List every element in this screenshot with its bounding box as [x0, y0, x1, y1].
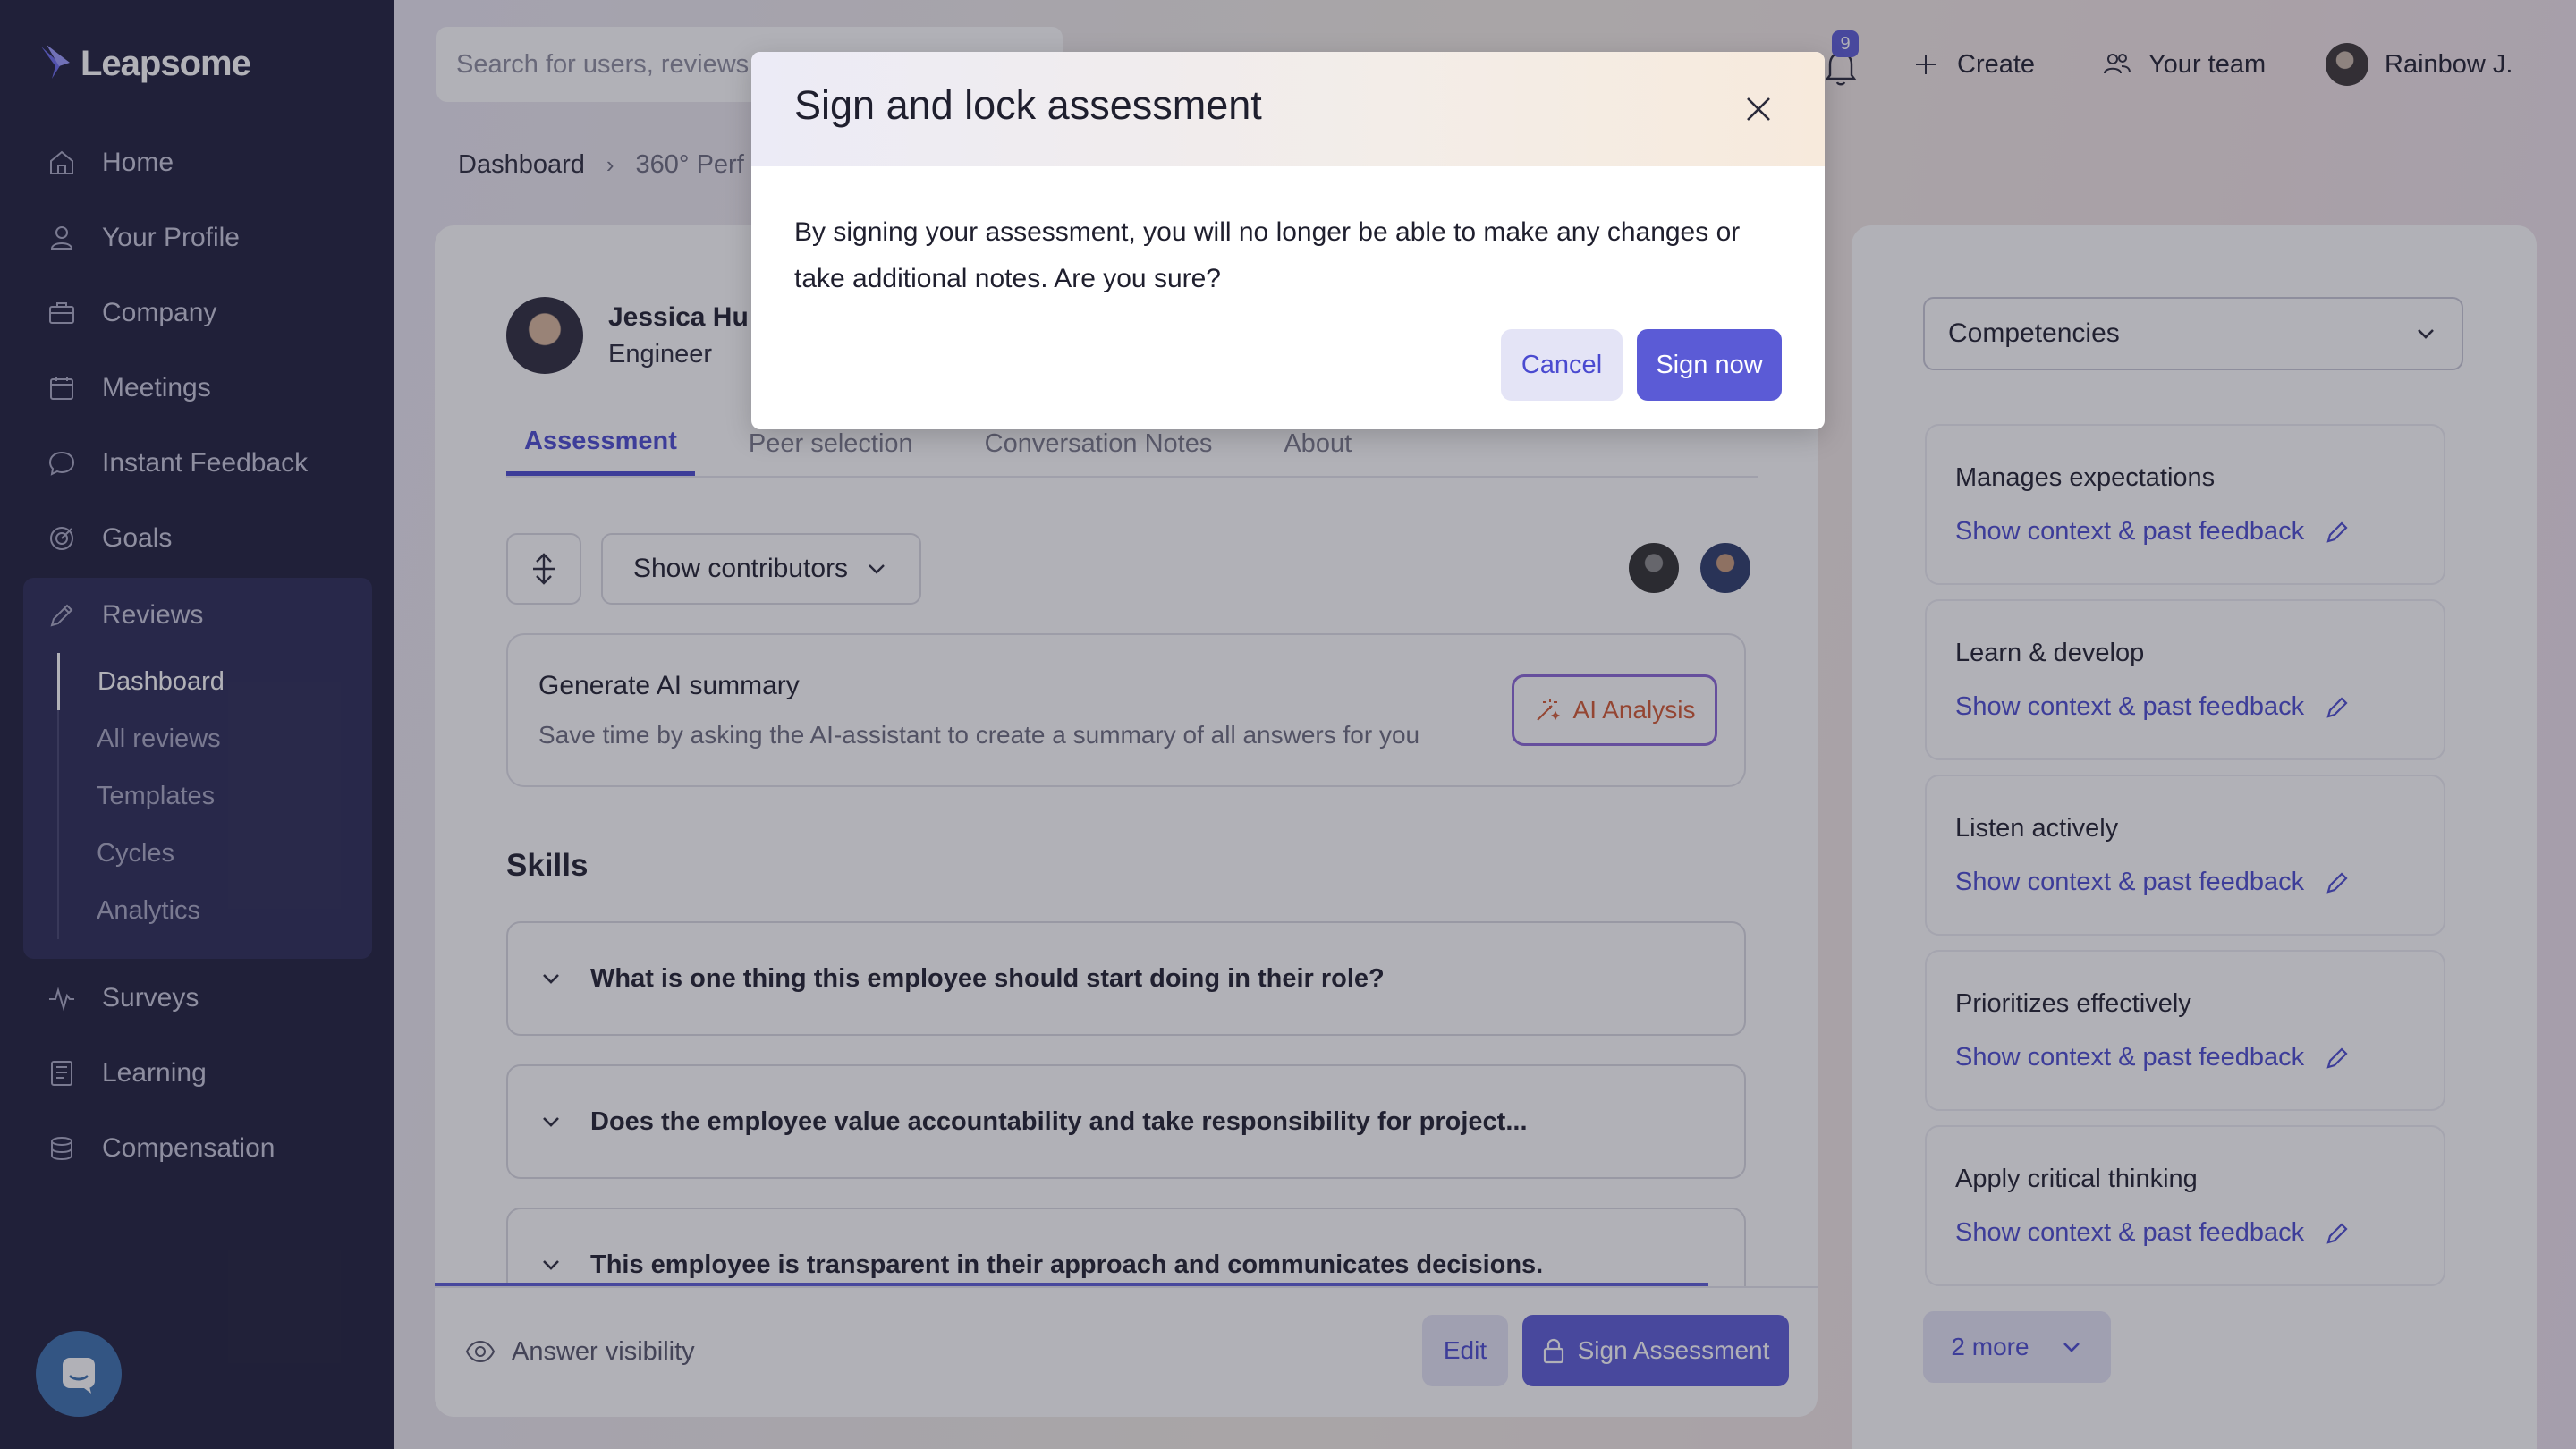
close-icon	[1747, 97, 1770, 121]
close-button[interactable]	[1739, 89, 1778, 129]
dialog-header: Sign and lock assessment	[751, 52, 1825, 166]
dialog-title: Sign and lock assessment	[794, 82, 1262, 128]
sign-lock-dialog: Sign and lock assessment By signing your…	[751, 52, 1825, 429]
cancel-button[interactable]: Cancel	[1501, 329, 1623, 401]
sign-now-button[interactable]: Sign now	[1637, 329, 1782, 401]
dialog-message: By signing your assessment, you will no …	[794, 217, 1741, 293]
